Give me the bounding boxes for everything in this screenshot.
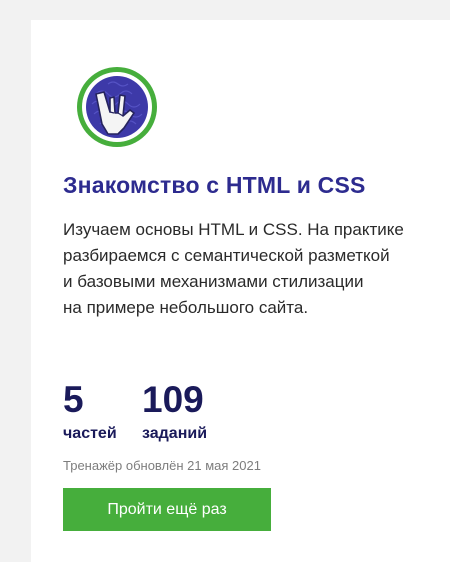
stat-parts-count: 5 — [63, 379, 84, 420]
course-description-line: разбираемся с семантической разметкой — [63, 246, 390, 265]
course-badge — [74, 64, 160, 150]
retake-course-button[interactable]: Пройти ещё раз — [63, 488, 271, 531]
course-card: Знакомство с HTML и CSS Изучаем основы H… — [31, 20, 450, 562]
update-date: Тренажёр обновлён 21 мая 2021 — [63, 458, 261, 473]
stat-parts: 5 частей — [63, 380, 117, 444]
stat-tasks: 109 заданий — [142, 380, 207, 444]
course-title: Знакомство с HTML и CSS — [63, 172, 366, 198]
vulcan-salute-hand-icon — [77, 67, 157, 147]
stat-parts-label: частей — [63, 425, 117, 442]
course-description-line: на примере небольшого сайта. — [63, 298, 309, 317]
stat-tasks-label: заданий — [142, 425, 208, 442]
course-description-line: Изучаем основы HTML и CSS. На практике — [63, 220, 404, 239]
stat-tasks-count: 109 — [142, 379, 204, 420]
course-description-line: и базовыми механизмами стилизации — [63, 272, 364, 291]
course-description: Изучаем основы HTML и CSS. На практике р… — [63, 217, 433, 321]
